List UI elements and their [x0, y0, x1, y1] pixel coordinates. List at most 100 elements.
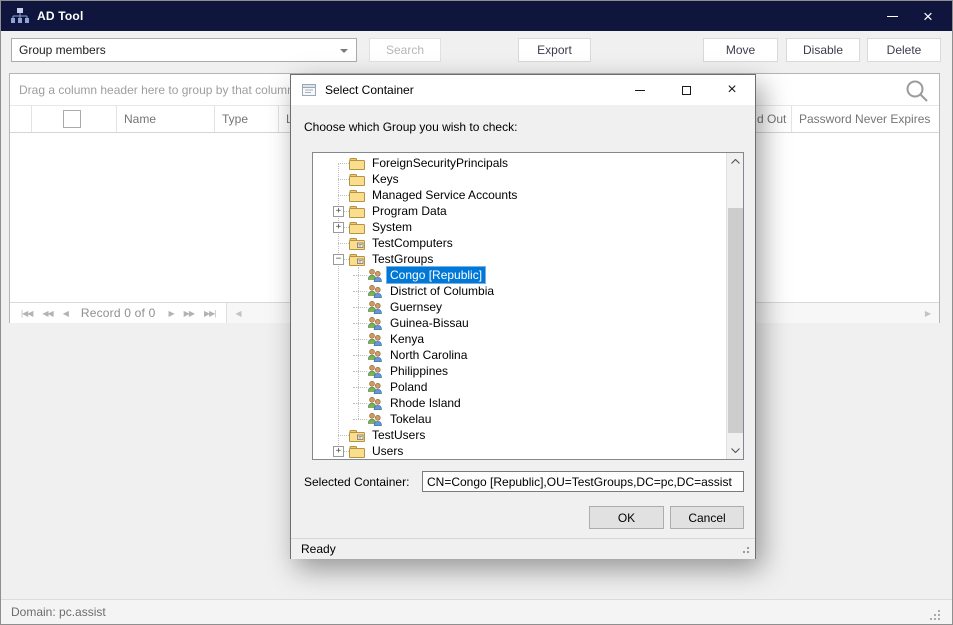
tree-item-label: System — [369, 219, 415, 235]
tree-item[interactable]: TestUsers — [313, 427, 726, 443]
select-container-dialog: Select Container × Choose which Group yo… — [290, 74, 756, 559]
group-icon — [367, 380, 383, 394]
tree-item-label: Kenya — [387, 331, 427, 347]
nav-scroll-right-icon[interactable]: ▶ — [925, 309, 931, 318]
nav-button[interactable]: ◀◀ — [42, 309, 52, 318]
tree-item[interactable]: TestComputers — [313, 235, 726, 251]
ok-button[interactable]: OK — [589, 506, 664, 529]
tree-item[interactable]: + System — [313, 219, 726, 235]
maximize-icon — [682, 86, 691, 95]
app-window: AD Tool × Group members Search Export Mo… — [0, 0, 953, 625]
tree-item[interactable]: −TestGroups — [313, 251, 726, 267]
search-type-value: Group members — [19, 43, 106, 57]
domain-status-text: Domain: pc.assist — [11, 605, 106, 619]
tree-item[interactable]: District of Columbia — [313, 283, 726, 299]
nav-button[interactable]: ◀ — [63, 309, 68, 318]
group-icon — [367, 396, 383, 410]
scrollbar-thumb[interactable] — [728, 208, 743, 433]
tree-item-label: Rhode Island — [387, 395, 464, 411]
dialog-prompt: Choose which Group you wish to check: — [304, 120, 517, 134]
nav-button[interactable]: |◀◀ — [21, 309, 32, 318]
tree-item[interactable]: Keys — [313, 171, 726, 187]
tree-item[interactable]: + Program Data — [313, 203, 726, 219]
tree-item[interactable]: + Users — [313, 443, 726, 459]
folder-icon — [349, 220, 365, 234]
move-button[interactable]: Move — [703, 38, 778, 62]
search-type-dropdown[interactable]: Group members — [11, 38, 357, 62]
dialog-maximize-button[interactable] — [663, 75, 709, 105]
expand-icon[interactable]: + — [333, 446, 344, 457]
nav-button[interactable]: ▶ — [169, 309, 174, 318]
selected-container-field[interactable]: CN=Congo [Republic],OU=TestGroups,DC=pc,… — [422, 471, 744, 492]
ou-folder-icon — [349, 236, 365, 250]
tree-item[interactable]: Guinea-Bissau — [313, 315, 726, 331]
tree-item[interactable]: Tokelau — [313, 411, 726, 427]
search-button[interactable]: Search — [369, 38, 441, 62]
tree-item-label: Guinea-Bissau — [387, 315, 472, 331]
group-icon — [367, 348, 383, 362]
expand-icon[interactable]: + — [333, 206, 344, 217]
disable-button[interactable]: Disable — [786, 38, 860, 62]
tree-item[interactable]: Congo [Republic] — [313, 267, 726, 283]
expand-icon[interactable]: + — [333, 222, 344, 233]
tree-item-label: Users — [369, 443, 406, 459]
window-title: AD Tool — [37, 9, 84, 23]
dialog-title-bar[interactable]: Select Container × — [291, 75, 755, 105]
tree-item-label: Keys — [369, 171, 402, 187]
dialog-close-button[interactable]: × — [709, 75, 755, 105]
column-header-name[interactable]: Name — [117, 106, 215, 132]
column-header-clipped-right[interactable]: d Out — [755, 106, 792, 132]
tree-item[interactable]: North Carolina — [313, 347, 726, 363]
tree-item-label: Program Data — [369, 203, 450, 219]
column-header-type[interactable]: Type — [215, 106, 279, 132]
resize-grip[interactable] — [938, 610, 940, 612]
scroll-up-icon[interactable] — [727, 153, 744, 170]
dialog-title: Select Container — [325, 83, 414, 97]
dialog-resize-grip[interactable] — [747, 547, 749, 549]
tree-item[interactable]: ForeignSecurityPrincipals — [313, 155, 726, 171]
nav-button[interactable]: ▶▶| — [204, 309, 215, 318]
delete-button[interactable]: Delete — [867, 38, 941, 62]
tree-item-label: Congo [Republic] — [387, 267, 485, 283]
export-button[interactable]: Export — [518, 38, 591, 62]
tree-item[interactable]: Kenya — [313, 331, 726, 347]
tree-item[interactable]: Managed Service Accounts — [313, 187, 726, 203]
tree-item-label: North Carolina — [387, 347, 470, 363]
close-button[interactable]: × — [908, 1, 948, 31]
group-icon — [367, 412, 383, 426]
column-header-password-never-expires[interactable]: Password Never Expires — [792, 106, 940, 132]
status-bar: Domain: pc.assist — [1, 599, 952, 624]
folder-icon — [349, 156, 365, 170]
chevron-down-icon — [340, 49, 348, 53]
ou-folder-icon — [349, 428, 365, 442]
tree-item[interactable]: Poland — [313, 379, 726, 395]
form-icon — [301, 82, 317, 98]
search-icon[interactable] — [903, 77, 931, 105]
folder-icon — [349, 172, 365, 186]
cancel-button[interactable]: Cancel — [670, 506, 744, 529]
tree-item-label: ForeignSecurityPrincipals — [369, 155, 511, 171]
folder-icon — [349, 444, 365, 458]
dialog-status-text: Ready — [301, 542, 336, 556]
scroll-down-icon[interactable] — [727, 442, 744, 459]
tree-item-label: TestUsers — [369, 427, 428, 443]
collapse-icon[interactable]: − — [333, 254, 344, 265]
tree-item[interactable]: Rhode Island — [313, 395, 726, 411]
minimize-button[interactable] — [872, 1, 912, 31]
dialog-status-bar: Ready — [291, 538, 755, 559]
tree-scrollbar[interactable] — [726, 153, 743, 459]
title-bar: AD Tool × — [1, 1, 952, 31]
tree-item-label: Poland — [387, 379, 430, 395]
close-icon: × — [923, 8, 933, 25]
tree-item-label: TestComputers — [369, 235, 456, 251]
close-icon: × — [727, 81, 736, 99]
record-navigator-buttons: |◀◀◀◀◀Record 0 of 0▶▶▶▶▶| — [10, 303, 227, 323]
nav-scroll-left-icon[interactable]: ◀ — [235, 309, 241, 318]
nav-button[interactable]: ▶▶ — [184, 309, 194, 318]
tree-item[interactable]: Philippines — [313, 363, 726, 379]
tree-item[interactable]: Guernsey — [313, 299, 726, 315]
minimize-icon — [635, 90, 645, 91]
select-all-checkbox[interactable] — [63, 110, 81, 128]
org-chart-icon — [11, 8, 29, 24]
dialog-minimize-button[interactable] — [617, 75, 663, 105]
